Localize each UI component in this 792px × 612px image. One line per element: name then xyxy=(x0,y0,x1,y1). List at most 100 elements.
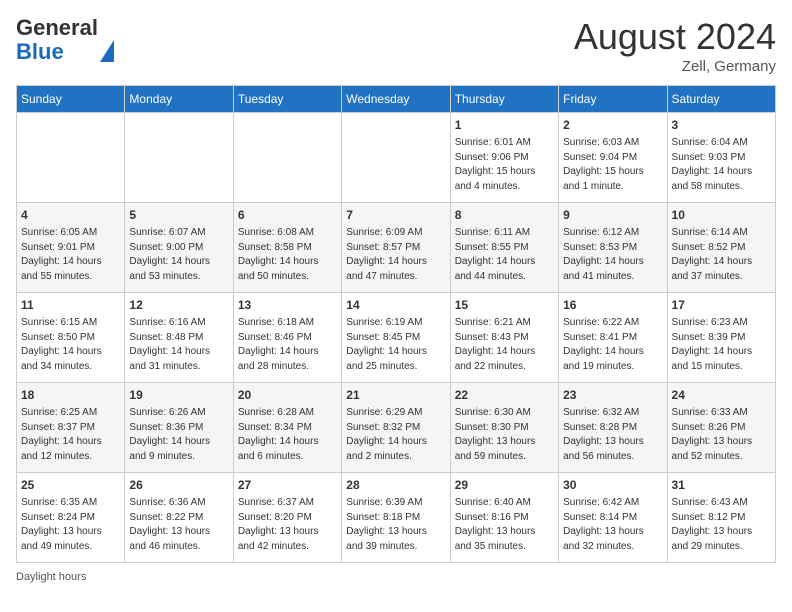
calendar-cell: 7Sunrise: 6:09 AM Sunset: 8:57 PM Daylig… xyxy=(342,203,450,293)
day-number: 29 xyxy=(455,477,554,494)
daylight-label: Daylight hours xyxy=(16,571,86,583)
day-number: 31 xyxy=(672,477,771,494)
day-info: Sunrise: 6:07 AM Sunset: 9:00 PM Dayligh… xyxy=(129,226,228,284)
day-number: 9 xyxy=(563,207,662,224)
day-number: 26 xyxy=(129,477,228,494)
day-info: Sunrise: 6:28 AM Sunset: 8:34 PM Dayligh… xyxy=(238,406,337,464)
day-info: Sunrise: 6:30 AM Sunset: 8:30 PM Dayligh… xyxy=(455,406,554,464)
calendar-week-row: 18 Sunrise: 6:25 AM Sunset: 8:37 PM Dayli… xyxy=(17,383,776,473)
logo-general: General xyxy=(16,15,98,40)
logo-blue: Blue xyxy=(16,39,64,64)
day-number: 3 xyxy=(672,117,771,134)
calendar-cell: 2Sunrise: 6:03 AM Sunset: 9:04 PM Daylig… xyxy=(559,113,667,203)
calendar-cell: 31 Sunrise: 6:43 AM Sunset: 8:12 PM Dayli… xyxy=(667,473,775,563)
calendar-cell: 25 Sunrise: 6:35 AM Sunset: 8:24 PM Dayli… xyxy=(17,473,125,563)
calendar-cell: 20 Sunrise: 6:28 AM Sunset: 8:34 PM Dayli… xyxy=(233,383,341,473)
day-info: Sunrise: 6:33 AM Sunset: 8:26 PM Dayligh… xyxy=(672,406,771,464)
calendar-cell: 29 Sunrise: 6:40 AM Sunset: 8:16 PM Dayli… xyxy=(450,473,558,563)
day-number: 7 xyxy=(346,207,445,224)
calendar-cell: 23 Sunrise: 6:32 AM Sunset: 8:28 PM Dayli… xyxy=(559,383,667,473)
day-info: Sunrise: 6:32 AM Sunset: 8:28 PM Dayligh… xyxy=(563,406,662,464)
calendar-cell: 24 Sunrise: 6:33 AM Sunset: 8:26 PM Dayli… xyxy=(667,383,775,473)
day-info: Sunrise: 6:19 AM Sunset: 8:45 PM Dayligh… xyxy=(346,316,445,374)
calendar-table: SundayMondayTuesdayWednesdayThursdayFrid… xyxy=(16,85,776,563)
day-info: Sunrise: 6:43 AM Sunset: 8:12 PM Dayligh… xyxy=(672,496,771,554)
day-info: Sunrise: 6:26 AM Sunset: 8:36 PM Dayligh… xyxy=(129,406,228,464)
calendar-cell: 28Sunrise: 6:39 AM Sunset: 8:18 PM Dayli… xyxy=(342,473,450,563)
calendar-cell: 22 Sunrise: 6:30 AM Sunset: 8:30 PM Dayli… xyxy=(450,383,558,473)
day-number: 6 xyxy=(238,207,337,224)
calendar-cell: 18 Sunrise: 6:25 AM Sunset: 8:37 PM Dayli… xyxy=(17,383,125,473)
day-info: Sunrise: 6:42 AM Sunset: 8:14 PM Dayligh… xyxy=(563,496,662,554)
logo-triangle-icon xyxy=(100,15,114,62)
col-header-friday: Friday xyxy=(559,86,667,113)
day-info: Sunrise: 6:21 AM Sunset: 8:43 PM Dayligh… xyxy=(455,316,554,374)
calendar-cell: 12Sunrise: 6:16 AM Sunset: 8:48 PM Dayli… xyxy=(125,293,233,383)
calendar-cell: 27Sunrise: 6:37 AM Sunset: 8:20 PM Dayli… xyxy=(233,473,341,563)
col-header-wednesday: Wednesday xyxy=(342,86,450,113)
day-info: Sunrise: 6:36 AM Sunset: 8:22 PM Dayligh… xyxy=(129,496,228,554)
day-info: Sunrise: 6:15 AM Sunset: 8:50 PM Dayligh… xyxy=(21,316,120,374)
day-number: 17 xyxy=(672,297,771,314)
page-header: General Blue August 2024 Zell, Germany xyxy=(16,16,776,75)
title-block: August 2024 Zell, Germany xyxy=(574,16,776,75)
day-info: Sunrise: 6:08 AM Sunset: 8:58 PM Dayligh… xyxy=(238,226,337,284)
day-info: Sunrise: 6:29 AM Sunset: 8:32 PM Dayligh… xyxy=(346,406,445,464)
calendar-cell: 6 Sunrise: 6:08 AM Sunset: 8:58 PM Daylig… xyxy=(233,203,341,293)
calendar-cell xyxy=(233,113,341,203)
col-header-saturday: Saturday xyxy=(667,86,775,113)
calendar-cell: 14Sunrise: 6:19 AM Sunset: 8:45 PM Dayli… xyxy=(342,293,450,383)
calendar-cell: 5Sunrise: 6:07 AM Sunset: 9:00 PM Daylig… xyxy=(125,203,233,293)
calendar-week-row: 4 Sunrise: 6:05 AM Sunset: 9:01 PM Daylig… xyxy=(17,203,776,293)
day-number: 12 xyxy=(129,297,228,314)
day-number: 22 xyxy=(455,387,554,404)
day-number: 19 xyxy=(129,387,228,404)
calendar-header-row: SundayMondayTuesdayWednesdayThursdayFrid… xyxy=(17,86,776,113)
day-info: Sunrise: 6:37 AM Sunset: 8:20 PM Dayligh… xyxy=(238,496,337,554)
day-number: 2 xyxy=(563,117,662,134)
day-number: 23 xyxy=(563,387,662,404)
calendar-cell: 10 Sunrise: 6:14 AM Sunset: 8:52 PM Dayli… xyxy=(667,203,775,293)
col-header-sunday: Sunday xyxy=(17,86,125,113)
location-subtitle: Zell, Germany xyxy=(574,58,776,75)
calendar-cell: 11 Sunrise: 6:15 AM Sunset: 8:50 PM Dayli… xyxy=(17,293,125,383)
day-number: 28 xyxy=(346,477,445,494)
calendar-cell: 26 Sunrise: 6:36 AM Sunset: 8:22 PM Dayli… xyxy=(125,473,233,563)
day-number: 21 xyxy=(346,387,445,404)
day-number: 4 xyxy=(21,207,120,224)
calendar-cell: 30 Sunrise: 6:42 AM Sunset: 8:14 PM Dayli… xyxy=(559,473,667,563)
calendar-cell: 17Sunrise: 6:23 AM Sunset: 8:39 PM Dayli… xyxy=(667,293,775,383)
calendar-cell: 1 Sunrise: 6:01 AM Sunset: 9:06 PM Daylig… xyxy=(450,113,558,203)
day-number: 24 xyxy=(672,387,771,404)
day-number: 25 xyxy=(21,477,120,494)
day-info: Sunrise: 6:05 AM Sunset: 9:01 PM Dayligh… xyxy=(21,226,120,284)
day-info: Sunrise: 6:40 AM Sunset: 8:16 PM Dayligh… xyxy=(455,496,554,554)
calendar-cell: 21 Sunrise: 6:29 AM Sunset: 8:32 PM Dayli… xyxy=(342,383,450,473)
calendar-cell: 3 Sunrise: 6:04 AM Sunset: 9:03 PM Daylig… xyxy=(667,113,775,203)
calendar-cell: 9 Sunrise: 6:12 AM Sunset: 8:53 PM Daylig… xyxy=(559,203,667,293)
day-info: Sunrise: 6:25 AM Sunset: 8:37 PM Dayligh… xyxy=(21,406,120,464)
day-info: Sunrise: 6:04 AM Sunset: 9:03 PM Dayligh… xyxy=(672,136,771,194)
day-info: Sunrise: 6:12 AM Sunset: 8:53 PM Dayligh… xyxy=(563,226,662,284)
calendar-cell: 8Sunrise: 6:11 AM Sunset: 8:55 PM Daylig… xyxy=(450,203,558,293)
calendar-cell: 13Sunrise: 6:18 AM Sunset: 8:46 PM Dayli… xyxy=(233,293,341,383)
day-number: 1 xyxy=(455,117,554,134)
month-year-title: August 2024 xyxy=(574,16,776,58)
footer: Daylight hours xyxy=(16,571,776,583)
day-info: Sunrise: 6:35 AM Sunset: 8:24 PM Dayligh… xyxy=(21,496,120,554)
calendar-cell: 4 Sunrise: 6:05 AM Sunset: 9:01 PM Daylig… xyxy=(17,203,125,293)
calendar-cell xyxy=(17,113,125,203)
day-number: 15 xyxy=(455,297,554,314)
day-info: Sunrise: 6:22 AM Sunset: 8:41 PM Dayligh… xyxy=(563,316,662,374)
day-number: 11 xyxy=(21,297,120,314)
day-info: Sunrise: 6:18 AM Sunset: 8:46 PM Dayligh… xyxy=(238,316,337,374)
day-info: Sunrise: 6:14 AM Sunset: 8:52 PM Dayligh… xyxy=(672,226,771,284)
day-info: Sunrise: 6:01 AM Sunset: 9:06 PM Dayligh… xyxy=(455,136,554,194)
calendar-week-row: 1 Sunrise: 6:01 AM Sunset: 9:06 PM Daylig… xyxy=(17,113,776,203)
day-number: 30 xyxy=(563,477,662,494)
day-number: 16 xyxy=(563,297,662,314)
day-number: 18 xyxy=(21,387,120,404)
col-header-thursday: Thursday xyxy=(450,86,558,113)
day-number: 20 xyxy=(238,387,337,404)
day-number: 10 xyxy=(672,207,771,224)
